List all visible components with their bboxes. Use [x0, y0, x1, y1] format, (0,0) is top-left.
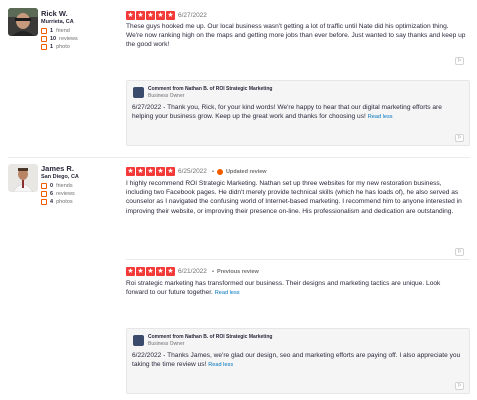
star-icon: ★ — [166, 267, 175, 276]
star-rating: ★ ★ ★ ★ ★ — [126, 11, 175, 20]
star-icon: ★ — [136, 11, 145, 20]
user-friends: 0 friends — [41, 182, 73, 190]
star-icon: ★ — [146, 11, 155, 20]
flag-icon: ⚐ — [457, 383, 462, 389]
friends-icon — [41, 28, 47, 34]
avatar-james[interactable] — [8, 164, 38, 192]
user-location: Murrieta, CA — [41, 19, 74, 25]
star-icon: ★ — [166, 11, 175, 20]
user-friends: 1 friend — [41, 27, 70, 35]
owner-reply-subtitle: Business Owner — [148, 93, 185, 99]
owner-flag-button[interactable]: ⚐ — [455, 382, 464, 390]
flag-icon: ⚐ — [457, 135, 462, 141]
photos-icon — [41, 199, 47, 205]
star-icon: ★ — [126, 267, 135, 276]
owner-reply-title: Comment from Nathan B. of ROI Strategic … — [148, 334, 273, 340]
read-less-link[interactable]: Read less — [215, 290, 240, 296]
star-icon: ★ — [126, 167, 135, 176]
user-name[interactable]: James R. — [41, 164, 74, 173]
review-james: James R. San Diego, CA 0 friends 6 revie… — [0, 158, 477, 400]
star-icon: ★ — [136, 267, 145, 276]
friends-icon — [41, 183, 47, 189]
updated-review-badge: • Updated review — [212, 169, 267, 175]
owner-reply-text: 6/22/2022 - Thanks James, we're glad our… — [132, 352, 461, 369]
reviews-icon — [41, 36, 47, 42]
owner-reply-text: 6/27/2022 - Thank you, Rick, for your ki… — [132, 104, 442, 121]
review-text: I highly recommend ROI Strategic Marketi… — [126, 180, 462, 215]
owner-reply-date: 6/22/2022 — [132, 352, 162, 359]
owner-avatar[interactable] — [133, 335, 144, 346]
user-photos: 4 photos — [41, 198, 73, 206]
flag-icon: ⚐ — [457, 249, 462, 255]
star-icon: ★ — [156, 167, 165, 176]
star-icon: ★ — [126, 11, 135, 20]
star-icon: ★ — [146, 267, 155, 276]
photos-icon — [41, 44, 47, 50]
read-less-link[interactable]: Read less — [368, 114, 393, 120]
star-icon: ★ — [156, 11, 165, 20]
flag-button[interactable]: ⚐ — [455, 57, 464, 65]
owner-reply: Comment from Nathan B. of ROI Strategic … — [126, 328, 470, 394]
owner-avatar[interactable] — [133, 87, 144, 98]
user-location: San Diego, CA — [41, 174, 79, 180]
review-rick: Rick W. Murrieta, CA 1 friend 10 reviews… — [0, 0, 477, 150]
previous-review-date: 6/21/2022 — [178, 268, 207, 275]
user-reviews: 6 reviews — [41, 190, 75, 198]
user-photos: 1 photo — [41, 43, 70, 51]
reviews-icon — [41, 191, 47, 197]
updated-review-icon — [216, 169, 223, 175]
previous-review-divider — [126, 259, 470, 260]
review-text: These guys hooked me up. Our local busin… — [126, 23, 466, 49]
read-less-link[interactable]: Read less — [208, 362, 233, 368]
review-date: 6/27/2022 — [178, 12, 207, 19]
flag-icon: ⚐ — [457, 58, 462, 64]
star-rating: ★ ★ ★ ★ ★ — [126, 167, 175, 176]
flag-button[interactable]: ⚐ — [455, 248, 464, 256]
previous-star-rating: ★ ★ ★ ★ ★ — [126, 267, 175, 276]
owner-reply-subtitle: Business Owner — [148, 341, 185, 347]
user-name[interactable]: Rick W. — [41, 9, 68, 18]
owner-reply-date: 6/27/2022 — [132, 104, 162, 111]
user-reviews: 10 reviews — [41, 35, 78, 43]
owner-reply-title: Comment from Nathan B. of ROI Strategic … — [148, 86, 273, 92]
avatar-rick[interactable] — [8, 8, 38, 36]
star-icon: ★ — [156, 267, 165, 276]
star-icon: ★ — [166, 167, 175, 176]
owner-reply: Comment from Nathan B. of ROI Strategic … — [126, 80, 470, 146]
owner-flag-button[interactable]: ⚐ — [455, 134, 464, 142]
review-date: 6/25/2022 — [178, 168, 207, 175]
star-icon: ★ — [136, 167, 145, 176]
previous-review-text: Roi strategic marketing has transformed … — [126, 280, 441, 297]
star-icon: ★ — [146, 167, 155, 176]
previous-review-badge: • Previous review — [212, 269, 259, 275]
